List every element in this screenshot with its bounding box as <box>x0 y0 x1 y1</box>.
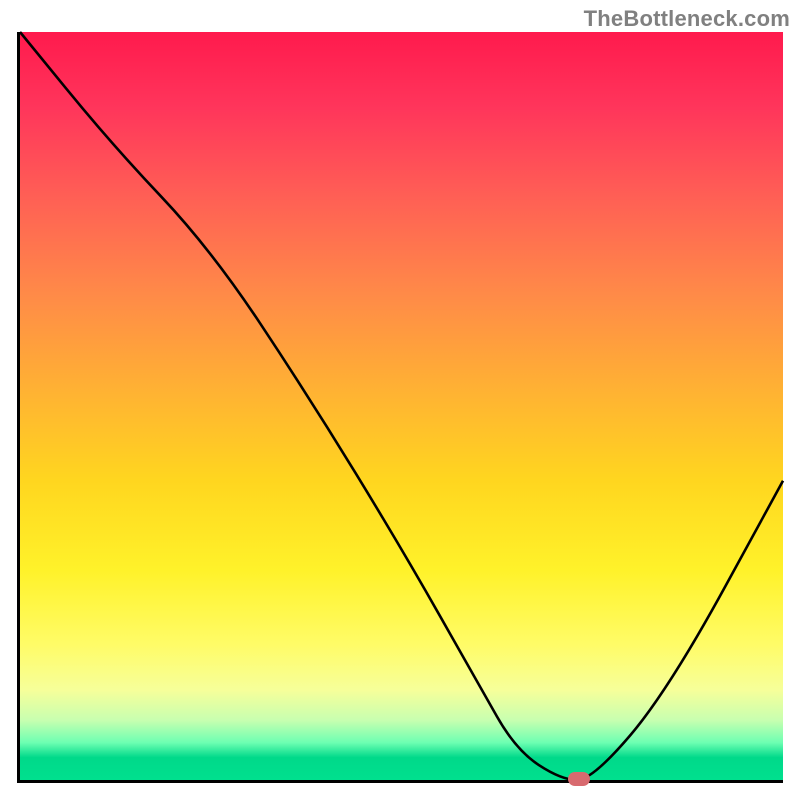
plot-area <box>17 32 783 783</box>
watermark-text: TheBottleneck.com <box>584 6 790 32</box>
optimum-marker <box>568 772 590 786</box>
bottleneck-curve <box>20 32 783 780</box>
chart-frame: TheBottleneck.com <box>0 0 800 800</box>
line-curve <box>20 32 783 780</box>
